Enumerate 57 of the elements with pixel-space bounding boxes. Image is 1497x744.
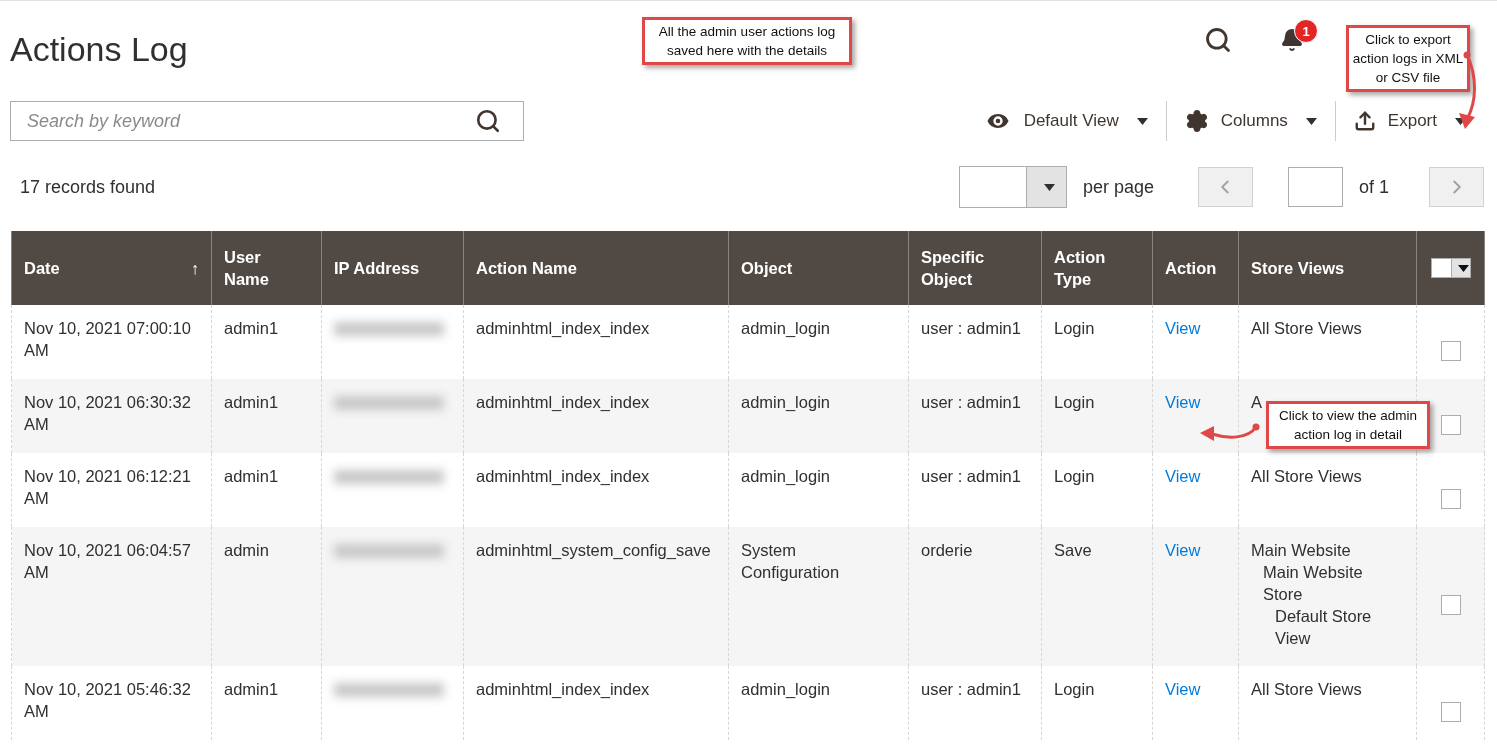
view-link[interactable]: View: [1165, 467, 1201, 485]
page-title: Actions Log: [10, 29, 188, 69]
row-checkbox[interactable]: [1440, 340, 1461, 361]
column-header[interactable]: Object: [728, 231, 909, 305]
view-link[interactable]: View: [1165, 541, 1201, 559]
column-header[interactable]: Store Views: [1238, 231, 1417, 305]
view-link[interactable]: View: [1165, 393, 1201, 411]
per-page-label: per page: [1082, 176, 1154, 198]
column-header[interactable]: User Name: [211, 231, 322, 305]
caret-icon: [1043, 183, 1055, 191]
caret-icon: [1458, 264, 1469, 272]
upload-icon: [1353, 110, 1376, 132]
store-view-text: A: [1251, 392, 1263, 413]
row-checkbox[interactable]: [1440, 488, 1461, 509]
table-cell: user : admin1: [908, 666, 1042, 740]
store-view-text: All Store Views: [1251, 466, 1363, 487]
notification-badge: 1: [1294, 19, 1318, 43]
next-page-button[interactable]: [1429, 167, 1484, 207]
sort-arrow-icon: ↑: [190, 257, 199, 279]
columns-dropdown[interactable]: Columns: [1165, 101, 1335, 141]
search-icon[interactable]: [1204, 26, 1232, 54]
table-cell: admin1: [211, 666, 322, 740]
column-header[interactable]: Date ↑: [11, 231, 212, 305]
row-checkbox[interactable]: [1440, 414, 1461, 435]
search-box[interactable]: Search by keyword: [10, 101, 524, 141]
row-checkbox[interactable]: [1440, 595, 1461, 615]
column-header[interactable]: Action Name: [463, 231, 729, 305]
view-link[interactable]: View: [1165, 680, 1201, 698]
annotation-callout: Click to view the admin action log in detail: [1266, 401, 1430, 449]
annotation-callout: Click to export action logs in XML or CSV file: [1346, 25, 1470, 92]
column-header[interactable]: IP Address: [321, 231, 464, 305]
caret-icon: [1305, 117, 1317, 125]
row-checkbox[interactable]: [1440, 701, 1461, 722]
per-page-select[interactable]: [958, 166, 1067, 208]
table-cell: Login: [1041, 666, 1153, 740]
table-cell: admin_login: [728, 666, 909, 740]
store-view-text: All Store Views: [1251, 679, 1363, 700]
store-view-text: All Store Views: [1251, 318, 1363, 339]
previous-page-button[interactable]: [1197, 167, 1253, 207]
column-header[interactable]: Specific Object: [908, 231, 1042, 305]
store-view-text: Default Store View: [1274, 606, 1373, 649]
column-header[interactable]: Action Type: [1041, 231, 1153, 305]
table-cell: Nov 10, 2021 05:46:32 AM: [11, 666, 212, 740]
search-icon[interactable]: [475, 108, 501, 134]
annotation-callout: All the admin user actions log saved here with the details: [642, 17, 852, 65]
page-number-field[interactable]: [1287, 167, 1343, 207]
table-cell: adminhtml_index_index: [463, 666, 729, 740]
mass-select-dropdown[interactable]: [1430, 258, 1471, 278]
store-view-text: Main Website: [1251, 540, 1352, 561]
search-field[interactable]: Search by keyword: [25, 109, 475, 133]
caret-icon: [1136, 117, 1148, 125]
page-total: of 1: [1358, 176, 1389, 198]
store-view-text: Main Website Store: [1262, 562, 1364, 605]
view-dropdown[interactable]: Default View: [965, 101, 1166, 141]
records-count: 17 records found: [20, 176, 156, 198]
view-link[interactable]: View: [1165, 319, 1201, 337]
column-header[interactable]: Action: [1152, 231, 1239, 305]
